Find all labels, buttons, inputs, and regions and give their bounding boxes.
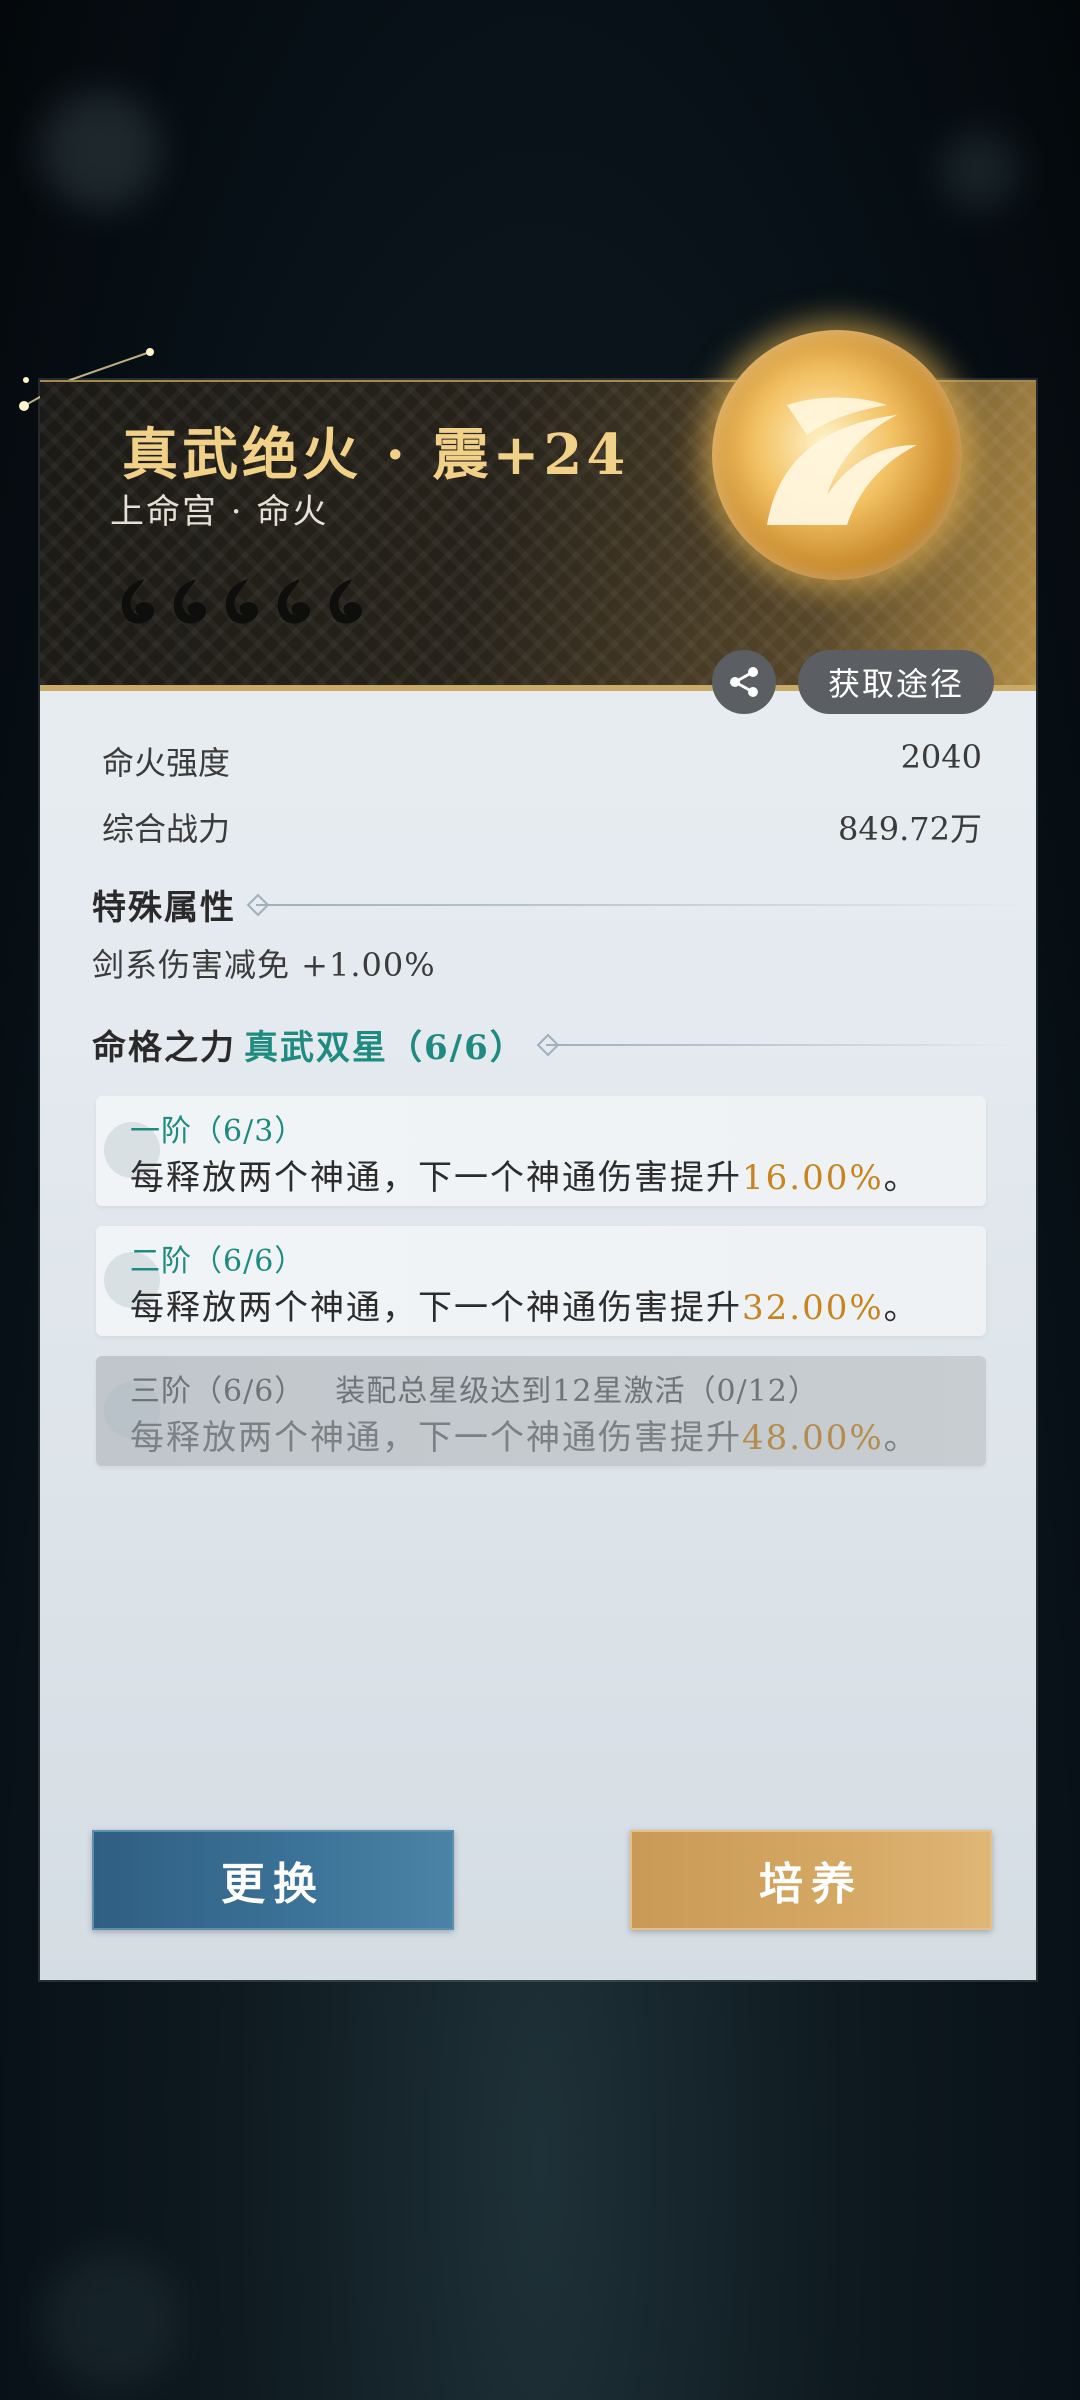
tier-head: 一阶（6/3）: [130, 1114, 306, 1149]
fire-star-icon: [277, 579, 311, 624]
stat-value: 2040: [900, 738, 982, 776]
item-subtitle: 上命宫 · 命火: [110, 492, 329, 532]
item-orb-icon: [712, 330, 962, 580]
tier-pct: 48.00%: [742, 1418, 884, 1458]
tier-head: 二阶（6/6）: [130, 1244, 306, 1279]
background-decor: [940, 130, 1020, 210]
tier-head: 三阶（6/6） 装配总星级达到12星激活（0/12）: [130, 1374, 819, 1409]
fate-set-name: 真武双星（6/6）: [244, 1028, 526, 1068]
stat-label: 命火强度: [102, 744, 231, 782]
tier-1: 一阶（6/3） 每释放两个神通，下一个神通伤害提升16.00%。: [96, 1096, 986, 1206]
share-icon: [730, 667, 758, 697]
tier-3-locked: 三阶（6/6） 装配总星级达到12星激活（0/12） 每释放两个神通，下一个神通伤…: [96, 1356, 986, 1466]
tier-desc: 每释放两个神通，下一个神通伤害提升32.00%。: [130, 1288, 920, 1328]
special-attr-text: 剑系伤害减免 +1.00%: [92, 946, 436, 984]
fire-star-icon: [225, 579, 259, 624]
fate-power-heading: 命格之力 真武双星（6/6）: [92, 1020, 1012, 1069]
item-detail-card: 真武绝火 · 震+24 上命宫 · 命火 获取途径 命火强度 2040 综合战力…: [40, 380, 1036, 1980]
fire-star-icon: [121, 579, 155, 624]
special-attr-heading: 特殊属性: [92, 880, 1032, 929]
source-button[interactable]: 获取途径: [798, 650, 994, 714]
background-decor: [40, 90, 160, 210]
section-title: 特殊属性: [92, 888, 236, 928]
background-decor: [40, 2250, 180, 2390]
tier-desc: 每释放两个神通，下一个神通伤害提升16.00%。: [130, 1158, 920, 1198]
star-rating: [114, 575, 366, 627]
change-button[interactable]: 更换: [92, 1830, 454, 1930]
tier-pct: 16.00%: [742, 1158, 884, 1198]
flame-feather-icon: [767, 397, 917, 525]
stat-value: 849.72万: [838, 810, 982, 848]
tier-2: 二阶（6/6） 每释放两个神通，下一个神通伤害提升32.00%。: [96, 1226, 986, 1336]
tier-pct: 32.00%: [742, 1288, 884, 1328]
item-title: 真武绝火 · 震+24: [122, 422, 630, 488]
fire-star-icon: [173, 579, 207, 624]
stat-row-power: 综合战力 849.72万: [102, 804, 982, 850]
fire-star-icon: [329, 579, 363, 624]
divider: [256, 903, 1032, 906]
tier-requirement: 装配总星级达到12星激活（0/12）: [335, 1374, 819, 1409]
section-title: 命格之力: [92, 1028, 236, 1068]
stat-row-strength: 命火强度 2040: [102, 738, 982, 784]
train-button[interactable]: 培养: [630, 1830, 992, 1930]
divider: [545, 1043, 1012, 1046]
stat-label: 综合战力: [102, 810, 231, 848]
share-button[interactable]: [712, 650, 776, 714]
tier-desc: 每释放两个神通，下一个神通伤害提升48.00%。: [130, 1418, 920, 1458]
